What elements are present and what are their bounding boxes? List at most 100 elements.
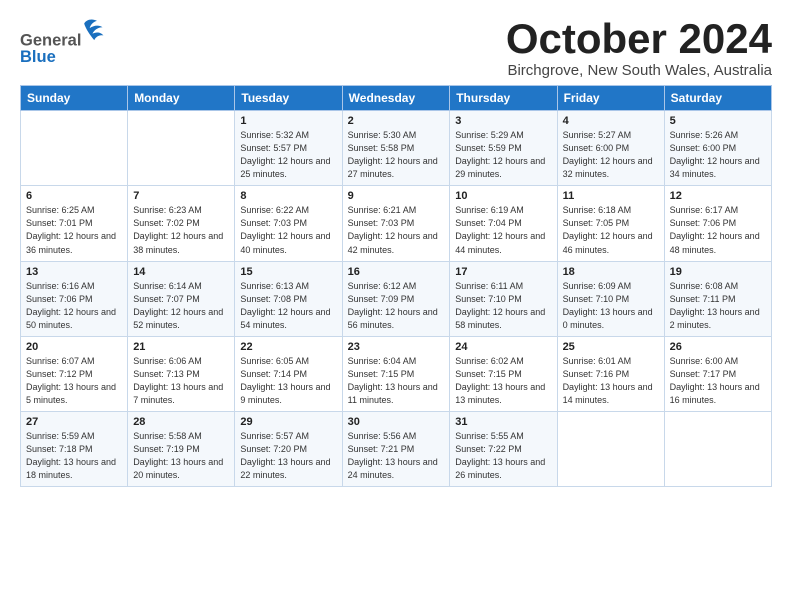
calendar-cell: 21Sunrise: 6:06 AM Sunset: 7:13 PM Dayli… [128, 336, 235, 411]
calendar-cell: 11 Sunrise: 6:18 AM Sunset: 7:05 PM Dayli… [557, 186, 664, 261]
day-info: Sunrise: 5:29 AM Sunset: 5:59 PM Dayligh… [455, 129, 551, 181]
day-number: 14 [133, 266, 229, 278]
calendar-cell: 4 Sunrise: 5:27 AM Sunset: 6:00 PM Daylig… [557, 111, 664, 186]
day-info: Sunrise: 6:02 AM Sunset: 7:15 PM Dayligh… [455, 355, 551, 407]
day-info: Sunrise: 5:58 AM Sunset: 7:19 PM Dayligh… [133, 430, 229, 482]
calendar-cell: 22 Sunrise: 6:05 AM Sunset: 7:14 PM Dayli… [235, 336, 342, 411]
weekday-header-monday: Monday [128, 86, 235, 111]
calendar-cell: 27Sunrise: 5:59 AM Sunset: 7:18 PM Dayli… [21, 411, 128, 486]
logo: General Blue [20, 16, 130, 66]
day-number: 9 [348, 190, 445, 202]
day-info: Sunrise: 6:14 AM Sunset: 7:07 PM Dayligh… [133, 280, 229, 332]
day-number: 27 [26, 416, 122, 428]
day-info: Sunrise: 6:22 AM Sunset: 7:03 PM Dayligh… [240, 204, 336, 256]
weekday-header-friday: Friday [557, 86, 664, 111]
day-info: Sunrise: 5:32 AM Sunset: 5:57 PM Dayligh… [240, 129, 336, 181]
svg-text:Blue: Blue [20, 48, 56, 66]
subtitle: Birchgrove, New South Wales, Australia [506, 62, 772, 79]
day-number: 6 [26, 190, 122, 202]
day-info: Sunrise: 5:56 AM Sunset: 7:21 PM Dayligh… [348, 430, 445, 482]
calendar-week-3: 20Sunrise: 6:07 AM Sunset: 7:12 PM Dayli… [21, 336, 772, 411]
weekday-header-tuesday: Tuesday [235, 86, 342, 111]
calendar-cell: 12 Sunrise: 6:17 AM Sunset: 7:06 PM Dayli… [664, 186, 771, 261]
day-info: Sunrise: 6:21 AM Sunset: 7:03 PM Dayligh… [348, 204, 445, 256]
calendar-cell: 5 Sunrise: 5:26 AM Sunset: 6:00 PM Daylig… [664, 111, 771, 186]
day-info: Sunrise: 6:08 AM Sunset: 7:11 PM Dayligh… [670, 280, 766, 332]
calendar-cell [664, 411, 771, 486]
day-info: Sunrise: 5:26 AM Sunset: 6:00 PM Dayligh… [670, 129, 766, 181]
calendar-cell: 30Sunrise: 5:56 AM Sunset: 7:21 PM Dayli… [342, 411, 450, 486]
calendar-cell: 28 Sunrise: 5:58 AM Sunset: 7:19 PM Dayli… [128, 411, 235, 486]
weekday-header-wednesday: Wednesday [342, 86, 450, 111]
calendar-week-0: 1 Sunrise: 5:32 AM Sunset: 5:57 PM Daylig… [21, 111, 772, 186]
day-number: 25 [563, 341, 659, 353]
day-info: Sunrise: 5:30 AM Sunset: 5:58 PM Dayligh… [348, 129, 445, 181]
calendar-body: 1 Sunrise: 5:32 AM Sunset: 5:57 PM Daylig… [21, 111, 772, 487]
day-info: Sunrise: 6:17 AM Sunset: 7:06 PM Dayligh… [670, 204, 766, 256]
day-info: Sunrise: 6:09 AM Sunset: 7:10 PM Dayligh… [563, 280, 659, 332]
calendar-cell: 7Sunrise: 6:23 AM Sunset: 7:02 PM Daylig… [128, 186, 235, 261]
calendar-cell: 20Sunrise: 6:07 AM Sunset: 7:12 PM Dayli… [21, 336, 128, 411]
calendar-cell: 13Sunrise: 6:16 AM Sunset: 7:06 PM Dayli… [21, 261, 128, 336]
day-number: 10 [455, 190, 551, 202]
day-number: 26 [670, 341, 766, 353]
day-info: Sunrise: 6:12 AM Sunset: 7:09 PM Dayligh… [348, 280, 445, 332]
day-info: Sunrise: 6:01 AM Sunset: 7:16 PM Dayligh… [563, 355, 659, 407]
day-info: Sunrise: 5:27 AM Sunset: 6:00 PM Dayligh… [563, 129, 659, 181]
calendar-header: SundayMondayTuesdayWednesdayThursdayFrid… [21, 86, 772, 111]
header: General Blue October 2024 Birchgrove, Ne… [20, 16, 772, 79]
day-number: 24 [455, 341, 551, 353]
day-number: 29 [240, 416, 336, 428]
day-number: 5 [670, 115, 766, 127]
weekday-row: SundayMondayTuesdayWednesdayThursdayFrid… [21, 86, 772, 111]
calendar-cell: 31 Sunrise: 5:55 AM Sunset: 7:22 PM Dayli… [450, 411, 557, 486]
calendar-cell: 17Sunrise: 6:11 AM Sunset: 7:10 PM Dayli… [450, 261, 557, 336]
calendar-cell: 26 Sunrise: 6:00 AM Sunset: 7:17 PM Dayli… [664, 336, 771, 411]
day-number: 12 [670, 190, 766, 202]
calendar-cell: 14 Sunrise: 6:14 AM Sunset: 7:07 PM Dayli… [128, 261, 235, 336]
day-number: 3 [455, 115, 551, 127]
calendar-cell: 9 Sunrise: 6:21 AM Sunset: 7:03 PM Daylig… [342, 186, 450, 261]
day-info: Sunrise: 5:57 AM Sunset: 7:20 PM Dayligh… [240, 430, 336, 482]
calendar-cell: 1 Sunrise: 5:32 AM Sunset: 5:57 PM Daylig… [235, 111, 342, 186]
day-info: Sunrise: 6:00 AM Sunset: 7:17 PM Dayligh… [670, 355, 766, 407]
calendar-week-1: 6Sunrise: 6:25 AM Sunset: 7:01 PM Daylig… [21, 186, 772, 261]
logo-svg: General Blue [20, 16, 130, 66]
calendar-cell: 29 Sunrise: 5:57 AM Sunset: 7:20 PM Dayli… [235, 411, 342, 486]
calendar-cell: 2Sunrise: 5:30 AM Sunset: 5:58 PM Daylig… [342, 111, 450, 186]
day-number: 8 [240, 190, 336, 202]
svg-text:General: General [20, 32, 81, 50]
day-info: Sunrise: 6:18 AM Sunset: 7:05 PM Dayligh… [563, 204, 659, 256]
title-block: October 2024 Birchgrove, New South Wales… [506, 16, 772, 79]
month-title: October 2024 [506, 16, 772, 62]
day-number: 16 [348, 266, 445, 278]
calendar-cell [557, 411, 664, 486]
day-number: 23 [348, 341, 445, 353]
day-number: 1 [240, 115, 336, 127]
day-number: 20 [26, 341, 122, 353]
day-number: 11 [563, 190, 659, 202]
day-info: Sunrise: 6:04 AM Sunset: 7:15 PM Dayligh… [348, 355, 445, 407]
calendar-cell [128, 111, 235, 186]
day-number: 28 [133, 416, 229, 428]
calendar-cell: 25 Sunrise: 6:01 AM Sunset: 7:16 PM Dayli… [557, 336, 664, 411]
calendar-cell: 24 Sunrise: 6:02 AM Sunset: 7:15 PM Dayli… [450, 336, 557, 411]
day-info: Sunrise: 6:23 AM Sunset: 7:02 PM Dayligh… [133, 204, 229, 256]
day-number: 17 [455, 266, 551, 278]
calendar-cell: 8 Sunrise: 6:22 AM Sunset: 7:03 PM Daylig… [235, 186, 342, 261]
day-info: Sunrise: 6:16 AM Sunset: 7:06 PM Dayligh… [26, 280, 122, 332]
calendar-cell: 10 Sunrise: 6:19 AM Sunset: 7:04 PM Dayli… [450, 186, 557, 261]
day-info: Sunrise: 5:55 AM Sunset: 7:22 PM Dayligh… [455, 430, 551, 482]
day-number: 4 [563, 115, 659, 127]
day-number: 22 [240, 341, 336, 353]
day-number: 21 [133, 341, 229, 353]
day-info: Sunrise: 6:05 AM Sunset: 7:14 PM Dayligh… [240, 355, 336, 407]
calendar-cell: 6Sunrise: 6:25 AM Sunset: 7:01 PM Daylig… [21, 186, 128, 261]
calendar-cell: 3 Sunrise: 5:29 AM Sunset: 5:59 PM Daylig… [450, 111, 557, 186]
calendar-cell: 16 Sunrise: 6:12 AM Sunset: 7:09 PM Dayli… [342, 261, 450, 336]
calendar-cell: 15Sunrise: 6:13 AM Sunset: 7:08 PM Dayli… [235, 261, 342, 336]
day-number: 31 [455, 416, 551, 428]
day-info: Sunrise: 6:19 AM Sunset: 7:04 PM Dayligh… [455, 204, 551, 256]
calendar-cell: 18Sunrise: 6:09 AM Sunset: 7:10 PM Dayli… [557, 261, 664, 336]
calendar-cell: 23 Sunrise: 6:04 AM Sunset: 7:15 PM Dayli… [342, 336, 450, 411]
